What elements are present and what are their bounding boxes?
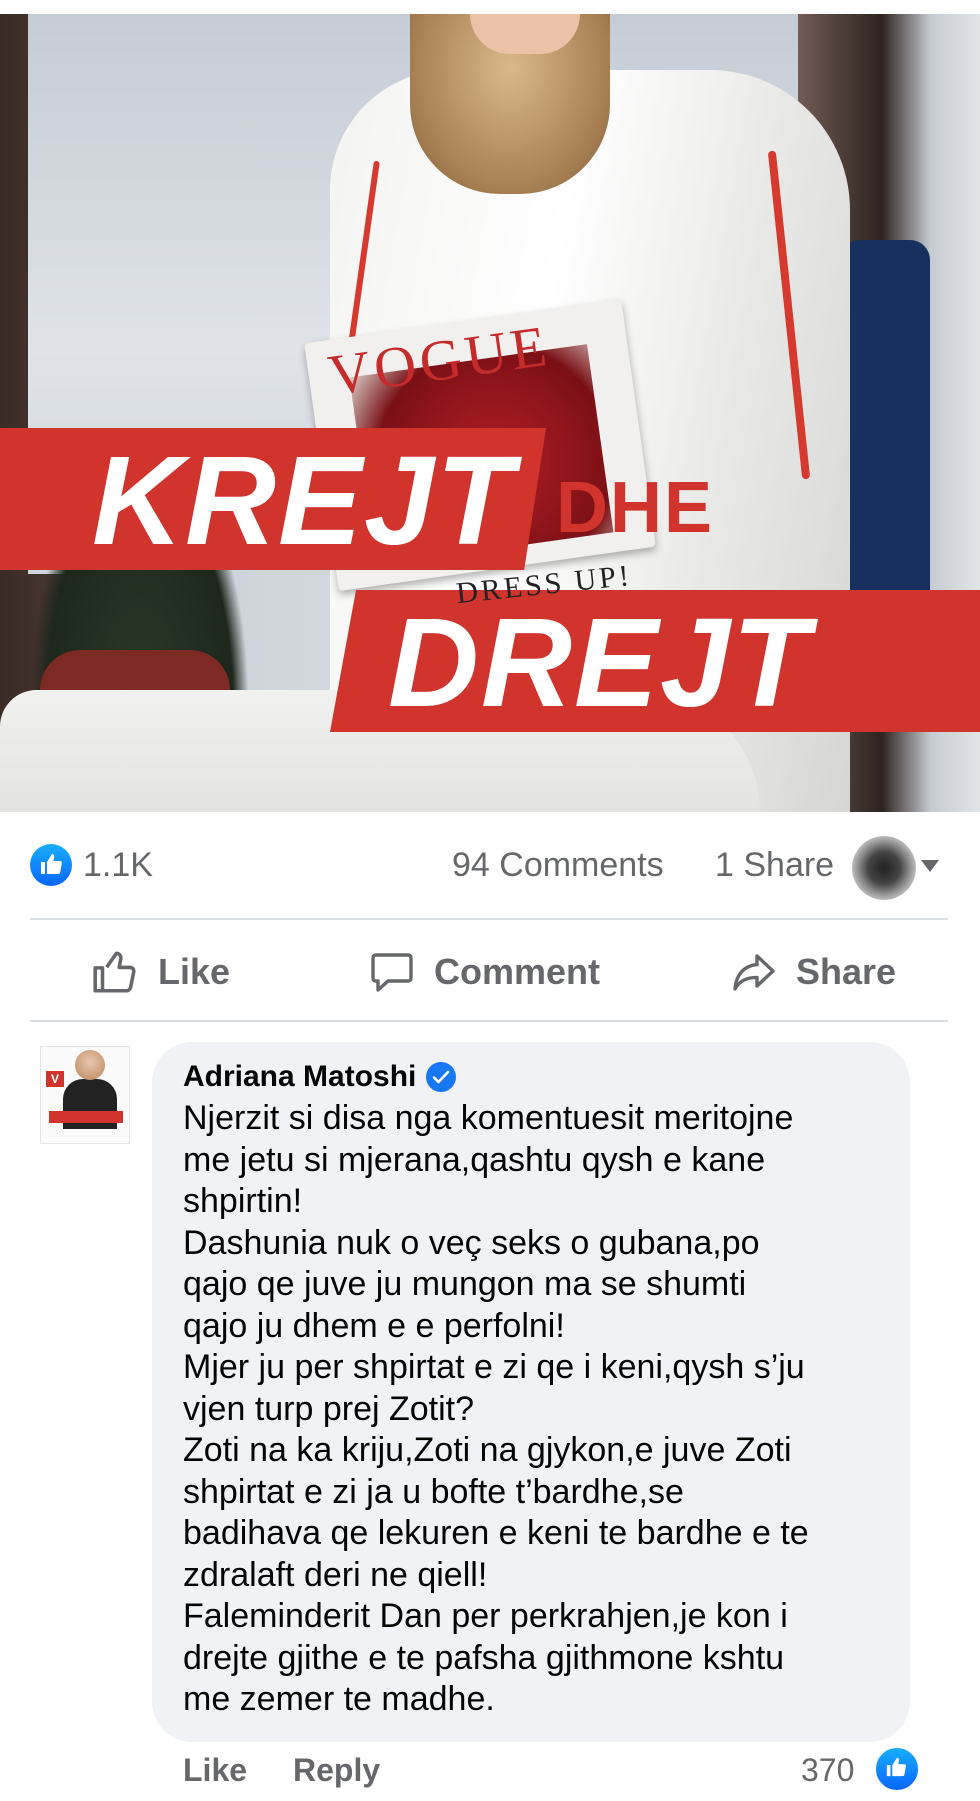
share-button[interactable]: Share [730,940,896,1004]
comment-line: Njerzit si disa nga komentuesit meritojn… [183,1099,794,1137]
share-arrow-icon [733,954,775,991]
comments-count[interactable]: 94 Comments [452,846,664,885]
divider [30,918,948,920]
reaction-count[interactable]: 1.1K [83,846,153,885]
divider [30,1020,948,1022]
thumbs-up-outline-icon [93,951,136,993]
top-strip [0,0,980,14]
comment-line: Dashunia nuk o veç seks o gubana,po [183,1223,760,1262]
comment-like-button[interactable]: Like [183,1752,247,1789]
speech-bubble-icon [371,953,413,992]
comment-line: qajo ju dhem e e perfolni! [183,1306,565,1345]
comment-line: shpirtat e zi ja u bofte t’bardhe,se [183,1472,684,1511]
comment-reply-button[interactable]: Reply [293,1752,380,1789]
like-label: Like [158,951,231,992]
comment-line: qajo qe juve ju mungon ma se shumti [183,1265,747,1303]
like-button[interactable]: Like [90,940,230,1004]
comment-reaction-count[interactable]: 370 [801,1752,854,1789]
like-thumb-icon[interactable] [874,1746,920,1792]
viewer-avatar[interactable] [852,836,916,900]
comment-line: Zoti na ka kriju,Zoti na gjykon,e juve Z… [183,1431,792,1469]
comment-label: Comment [434,951,601,992]
comment-line: shpirtin! [183,1182,303,1220]
comment-line: me zemer te madhe. [183,1680,495,1718]
verified-badge-icon [426,1062,457,1092]
comment-author[interactable]: Adriana Matoshi [183,1060,416,1094]
avatar-face [75,1050,105,1080]
channel-logo: V [46,1071,64,1087]
comment-line: Mjer ju per shpirtat e zi qe i keni,qysh… [183,1348,805,1386]
comment-line: Faleminderit Dan per perkrahjen,je kon i [183,1597,788,1635]
banner-word-drejt: DREJT [388,592,812,733]
like-thumb-icon[interactable] [30,844,72,886]
banner-word-krejt: KREJT [92,430,516,571]
comment-line: zdralaft deri ne qiell! [183,1555,488,1594]
shares-count[interactable]: 1 Share [715,846,834,885]
post-image[interactable]: VOGUE KREJT DHE DRESS UP! DREJT [0,0,980,812]
comment-button[interactable]: Comment [368,940,600,1004]
comment-line: drejte gjithe e te pafsha gjithmone ksht… [183,1638,785,1677]
comment-line: me jetu si mjerana,qashtu qysh e kane [183,1140,766,1179]
comment-line: vjen turp prej Zotit? [183,1389,475,1428]
avatar-name-tag [49,1111,123,1123]
chevron-down-icon[interactable] [921,860,939,872]
banner-word-dhe: DHE [556,468,715,548]
avatar[interactable]: V [40,1046,130,1144]
share-label: Share [796,951,897,992]
comment-header: Adriana Matoshi [183,1060,457,1094]
comment-text: Njerzit si disa nga komentuesit meritojn… [183,1098,893,1721]
comment-line: badihava qe lekuren e keni te bardhe e t… [183,1514,809,1552]
